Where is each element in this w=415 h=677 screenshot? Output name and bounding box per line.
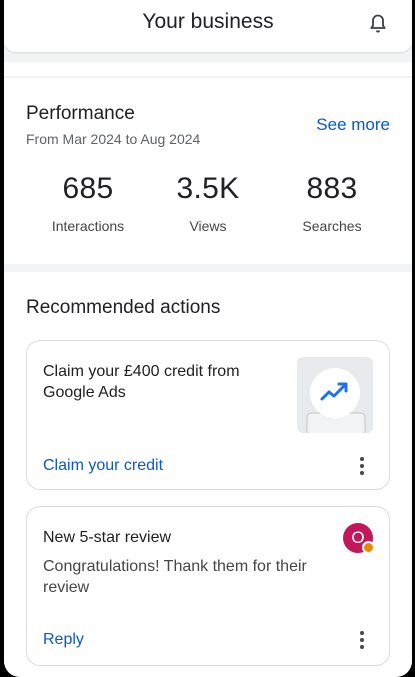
star-badge-icon [362,541,375,554]
stat-views[interactable]: 3.5K Views [143,172,273,234]
app-screen: Your business Performance From Mar 2024 … [4,0,412,677]
stat-interactions[interactable]: 685 Interactions [23,172,153,234]
stat-label: Interactions [51,218,125,234]
stat-value: 3.5K [176,172,240,205]
stat-value: 685 [62,172,114,205]
performance-date-range: From Mar 2024 to Aug 2024 [26,131,201,147]
ads-credit-card[interactable]: Claim your £400 credit from Google Ads C… [26,340,390,490]
top-app-bar: Your business [4,0,412,52]
card-body: Congratulations! Thank them for their re… [43,558,307,596]
bell-icon[interactable] [366,12,390,36]
card-heading: New 5-star review [43,529,172,546]
performance-section: Performance From Mar 2024 to Aug 2024 Se… [4,78,412,264]
performance-title: Performance [26,103,135,124]
review-card[interactable]: New 5-star review O Congratulations! Tha… [26,506,390,666]
page-title: Your business [142,10,274,33]
section-separator [4,62,412,76]
stat-label: Views [189,218,227,234]
reply-button[interactable]: Reply [43,631,84,649]
claim-credit-button[interactable]: Claim your credit [43,457,163,475]
recommended-actions-section: Recommended actions Claim your £400 cred… [4,272,412,677]
card-heading: Claim your £400 credit from Google Ads [43,363,240,401]
section-divider [4,264,412,272]
google-ads-trend-icon [297,357,373,433]
more-options-icon[interactable] [359,457,365,475]
more-options-icon[interactable] [359,631,365,649]
stat-value: 883 [306,172,358,205]
stat-searches[interactable]: 883 Searches [267,172,397,234]
see-more-link[interactable]: See more [316,115,390,135]
stat-label: Searches [302,218,362,234]
recommended-actions-title: Recommended actions [26,297,221,318]
